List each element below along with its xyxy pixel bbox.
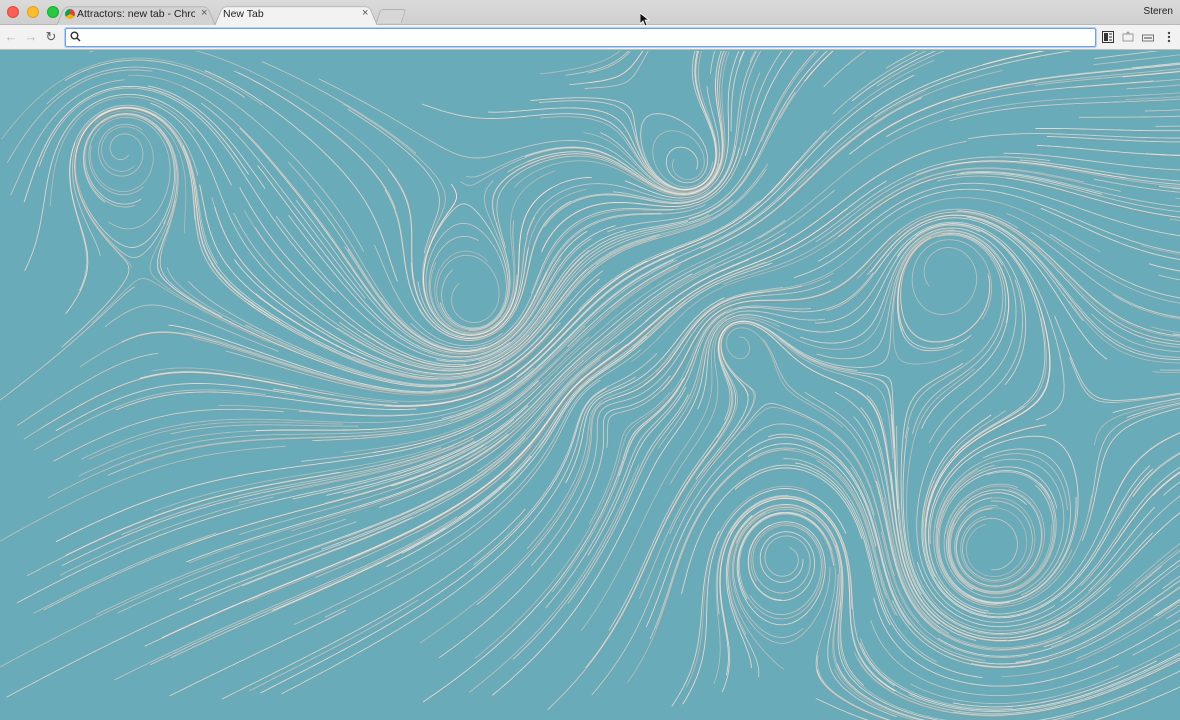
new-tab-button[interactable] <box>375 9 407 23</box>
extension-icon[interactable] <box>1102 31 1114 43</box>
extension-icon[interactable] <box>1122 31 1134 43</box>
streamline <box>1155 125 1180 127</box>
streamline-shadow <box>199 185 368 362</box>
streamline <box>905 234 1004 439</box>
window-minimize-button[interactable] <box>27 6 39 18</box>
streamline <box>786 70 1003 200</box>
reload-icon[interactable]: ↻ <box>43 28 59 46</box>
tab-attractors[interactable]: Attractors: new tab - Chrome × <box>56 4 216 26</box>
streamline-shadow <box>1095 51 1172 61</box>
streamline-shadow <box>1117 452 1180 521</box>
window-close-button[interactable] <box>7 6 19 18</box>
browser-window: Attractors: new tab - Chrome × New Tab ×… <box>0 0 1180 720</box>
streamline <box>318 78 720 194</box>
streamline-shadow <box>1037 145 1180 158</box>
profile-name[interactable]: Steren <box>1144 6 1173 17</box>
streamline-shadow <box>17 353 160 428</box>
streamline <box>1079 115 1180 118</box>
streamline-shadow <box>1176 198 1180 201</box>
streamline <box>233 70 425 316</box>
streamline <box>900 250 991 343</box>
extension-icon[interactable] <box>1142 31 1154 43</box>
tab-title: New Tab <box>223 8 264 20</box>
more-vertical-icon[interactable] <box>1163 31 1175 43</box>
arrow-right-icon[interactable]: → <box>23 28 39 46</box>
streamline <box>347 109 440 254</box>
tab-new-tab[interactable]: New Tab × <box>214 4 378 26</box>
streamline-shadow <box>114 517 459 682</box>
tab-title: Attractors: new tab - Chrome <box>77 8 195 20</box>
attractor-artwork <box>0 51 1180 720</box>
streamline-shadow <box>640 51 718 192</box>
streamline <box>565 51 630 76</box>
address-bar[interactable] <box>65 28 1096 47</box>
streamline <box>823 51 866 88</box>
streamline-shadow <box>466 79 724 196</box>
streamline <box>953 659 1180 716</box>
streamline-shadow <box>238 72 398 211</box>
streamline <box>238 72 396 209</box>
tab-close-icon[interactable]: × <box>362 7 368 19</box>
streamline-shadow <box>222 509 527 701</box>
streamline-shadow <box>786 70 1004 201</box>
streamline <box>507 51 725 195</box>
chrome-favicon-icon <box>65 9 75 19</box>
mouse-cursor-icon <box>640 13 650 27</box>
streamline <box>23 85 250 203</box>
tab-close-icon[interactable]: × <box>201 7 207 19</box>
arrow-left-icon[interactable]: ← <box>3 28 19 46</box>
streamline <box>199 184 367 361</box>
flow-field-canvas <box>0 51 1180 720</box>
browser-toolbar: ← → ↻ <box>0 25 1180 50</box>
streamline <box>200 102 366 299</box>
streamline <box>98 123 144 177</box>
streamline <box>652 130 714 188</box>
streamline-shadow <box>348 109 442 255</box>
tab-strip: Attractors: new tab - Chrome × New Tab ×… <box>0 0 1180 26</box>
search-icon <box>70 31 81 42</box>
streamline-shadow <box>117 522 358 615</box>
streamline-shadow <box>201 103 367 301</box>
streamline <box>1040 207 1180 260</box>
streamline-shadow <box>234 71 426 318</box>
streamline-shadow <box>900 234 1008 436</box>
streamline <box>1160 369 1180 371</box>
address-input[interactable] <box>86 30 1086 45</box>
